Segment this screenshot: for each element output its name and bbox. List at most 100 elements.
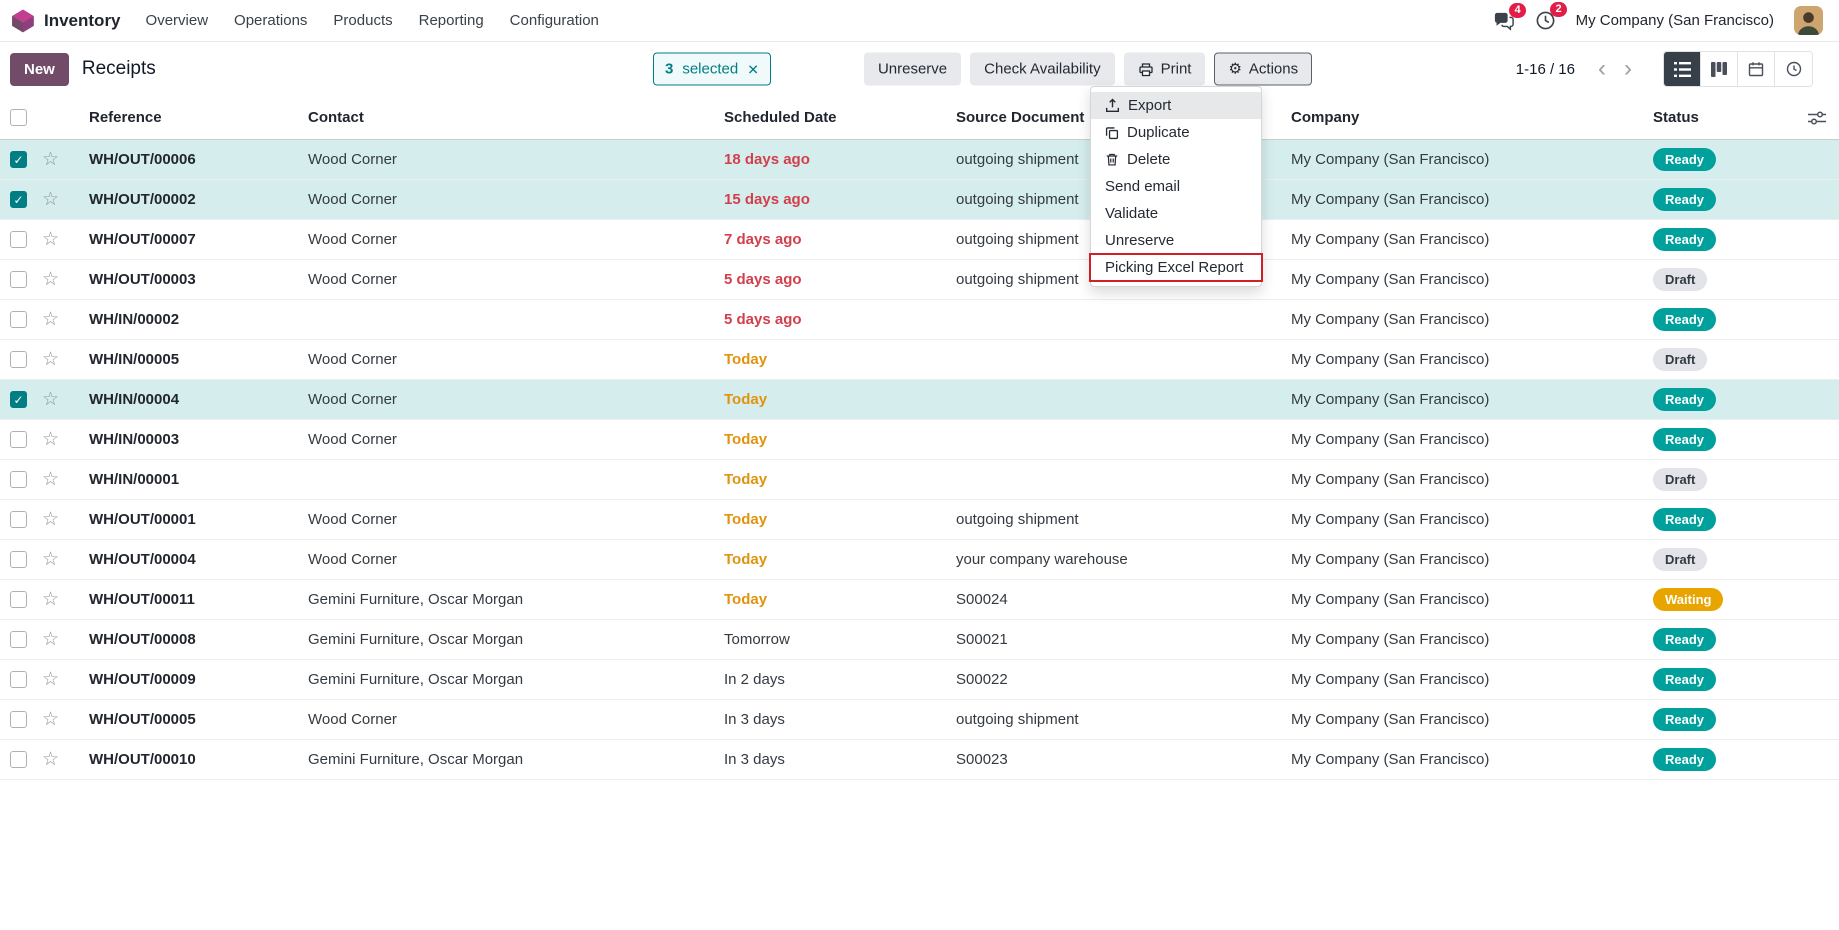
nav-item-products[interactable]: Products	[322, 6, 403, 35]
menu-item-validate[interactable]: Validate	[1091, 200, 1261, 227]
row-checkbox[interactable]	[10, 351, 27, 368]
clear-selection-icon[interactable]: ✕	[747, 62, 759, 76]
scheduled-date-cell: 5 days ago	[712, 311, 944, 328]
nav-item-overview[interactable]: Overview	[135, 6, 220, 35]
select-all-checkbox[interactable]	[10, 109, 27, 126]
favorite-star-icon[interactable]: ☆	[42, 310, 59, 329]
company-switcher[interactable]: My Company (San Francisco)	[1576, 12, 1774, 29]
table-row[interactable]: ✓ ☆ WH/OUT/00006 Wood Corner 18 days ago…	[0, 140, 1839, 180]
unreserve-button[interactable]: Unreserve	[864, 53, 961, 86]
column-header-status[interactable]: Status	[1645, 109, 1795, 126]
favorite-star-icon[interactable]: ☆	[42, 350, 59, 369]
row-checkbox[interactable]	[10, 271, 27, 288]
favorite-star-icon[interactable]: ☆	[42, 150, 59, 169]
menu-item-duplicate[interactable]: Duplicate	[1091, 119, 1261, 146]
favorite-star-icon[interactable]: ☆	[42, 670, 59, 689]
reference-cell: WH/OUT/00009	[74, 671, 296, 688]
favorite-star-icon[interactable]: ☆	[42, 750, 59, 769]
company-cell: My Company (San Francisco)	[1279, 351, 1645, 368]
row-checkbox[interactable]	[10, 471, 27, 488]
table-row[interactable]: ☆ WH/OUT/00007 Wood Corner 7 days ago ou…	[0, 220, 1839, 260]
activities-count-badge: 2	[1550, 2, 1566, 17]
new-button[interactable]: New	[10, 53, 69, 86]
activity-view-icon[interactable]	[1775, 52, 1812, 86]
nav-item-operations[interactable]: Operations	[223, 6, 318, 35]
column-header-scheduled-date[interactable]: Scheduled Date	[712, 109, 944, 126]
menu-item-send-email[interactable]: Send email	[1091, 173, 1261, 200]
row-checkbox[interactable]	[10, 711, 27, 728]
column-header-contact[interactable]: Contact	[296, 109, 712, 126]
table-row[interactable]: ☆ WH/OUT/00003 Wood Corner 5 days ago ou…	[0, 260, 1839, 300]
list-view-icon[interactable]	[1664, 52, 1701, 86]
company-cell: My Company (San Francisco)	[1279, 511, 1645, 528]
menu-item-picking-excel-report[interactable]: Picking Excel Report	[1091, 254, 1261, 281]
row-checkbox[interactable]	[10, 431, 27, 448]
row-checkbox[interactable]	[10, 631, 27, 648]
contact-cell: Gemini Furniture, Oscar Morgan	[296, 671, 712, 688]
print-button-label: Print	[1161, 61, 1192, 78]
favorite-star-icon[interactable]: ☆	[42, 510, 59, 529]
reference-cell: WH/OUT/00005	[74, 711, 296, 728]
kanban-view-icon[interactable]	[1701, 52, 1738, 86]
favorite-star-icon[interactable]: ☆	[42, 390, 59, 409]
table-row[interactable]: ☆ WH/OUT/00009 Gemini Furniture, Oscar M…	[0, 660, 1839, 700]
menu-item-delete[interactable]: Delete	[1091, 146, 1261, 173]
table-row[interactable]: ☆ WH/OUT/00011 Gemini Furniture, Oscar M…	[0, 580, 1839, 620]
menu-item-export[interactable]: Export	[1091, 92, 1261, 119]
print-button[interactable]: Print	[1124, 53, 1206, 86]
table-row[interactable]: ☆ WH/OUT/00001 Wood Corner Today outgoin…	[0, 500, 1839, 540]
table-row[interactable]: ☆ WH/OUT/00010 Gemini Furniture, Oscar M…	[0, 740, 1839, 780]
check-availability-button[interactable]: Check Availability	[970, 53, 1114, 86]
column-header-reference[interactable]: Reference	[74, 109, 296, 126]
column-header-company[interactable]: Company	[1279, 109, 1645, 126]
source-document-cell: S00023	[944, 751, 1279, 768]
row-checkbox[interactable]	[10, 591, 27, 608]
odoo-logo-icon[interactable]	[10, 8, 36, 34]
favorite-star-icon[interactable]: ☆	[42, 230, 59, 249]
row-checkbox[interactable]	[10, 751, 27, 768]
row-checkbox[interactable]	[10, 231, 27, 248]
scheduled-date-cell: In 3 days	[712, 751, 944, 768]
row-checkbox[interactable]	[10, 311, 27, 328]
table-row[interactable]: ☆ WH/OUT/00005 Wood Corner In 3 days out…	[0, 700, 1839, 740]
favorite-star-icon[interactable]: ☆	[42, 470, 59, 489]
row-checkbox[interactable]	[10, 511, 27, 528]
table-row[interactable]: ☆ WH/IN/00003 Wood Corner Today My Compa…	[0, 420, 1839, 460]
nav-item-configuration[interactable]: Configuration	[499, 6, 610, 35]
row-checkbox[interactable]: ✓	[10, 191, 27, 208]
row-checkbox[interactable]	[10, 671, 27, 688]
calendar-view-icon[interactable]	[1738, 52, 1775, 86]
favorite-star-icon[interactable]: ☆	[42, 550, 59, 569]
table-row[interactable]: ✓ ☆ WH/OUT/00002 Wood Corner 15 days ago…	[0, 180, 1839, 220]
activities-icon[interactable]: 2	[1535, 10, 1556, 31]
actions-dropdown-menu: ExportDuplicateDeleteSend emailValidateU…	[1090, 86, 1262, 287]
favorite-star-icon[interactable]: ☆	[42, 590, 59, 609]
table-row[interactable]: ☆ WH/IN/00002 5 days ago My Company (San…	[0, 300, 1839, 340]
favorite-star-icon[interactable]: ☆	[42, 710, 59, 729]
actions-button[interactable]: ⚙ Actions	[1214, 53, 1312, 86]
pager-previous-icon[interactable]: ‹	[1589, 57, 1615, 81]
favorite-star-icon[interactable]: ☆	[42, 630, 59, 649]
messages-icon[interactable]: 4	[1493, 11, 1515, 31]
scheduled-date-cell: In 2 days	[712, 671, 944, 688]
user-avatar[interactable]	[1794, 6, 1823, 35]
nav-item-reporting[interactable]: Reporting	[408, 6, 495, 35]
app-name[interactable]: Inventory	[44, 11, 121, 31]
row-checkbox[interactable]	[10, 551, 27, 568]
table-row[interactable]: ☆ WH/IN/00005 Wood Corner Today My Compa…	[0, 340, 1839, 380]
table-row[interactable]: ☆ WH/IN/00001 Today My Company (San Fran…	[0, 460, 1839, 500]
table-row[interactable]: ☆ WH/OUT/00008 Gemini Furniture, Oscar M…	[0, 620, 1839, 660]
table-row[interactable]: ✓ ☆ WH/IN/00004 Wood Corner Today My Com…	[0, 380, 1839, 420]
pager-next-icon[interactable]: ›	[1615, 57, 1641, 81]
row-checkbox[interactable]: ✓	[10, 391, 27, 408]
menu-item-unreserve[interactable]: Unreserve	[1091, 227, 1261, 254]
favorite-star-icon[interactable]: ☆	[42, 430, 59, 449]
company-cell: My Company (San Francisco)	[1279, 151, 1645, 168]
optional-columns-icon[interactable]	[1795, 111, 1839, 125]
source-document-cell: S00024	[944, 591, 1279, 608]
table-row[interactable]: ☆ WH/OUT/00004 Wood Corner Today your co…	[0, 540, 1839, 580]
favorite-star-icon[interactable]: ☆	[42, 270, 59, 289]
navbar-right: 4 2 My Company (San Francisco)	[1493, 6, 1823, 35]
favorite-star-icon[interactable]: ☆	[42, 190, 59, 209]
row-checkbox[interactable]: ✓	[10, 151, 27, 168]
